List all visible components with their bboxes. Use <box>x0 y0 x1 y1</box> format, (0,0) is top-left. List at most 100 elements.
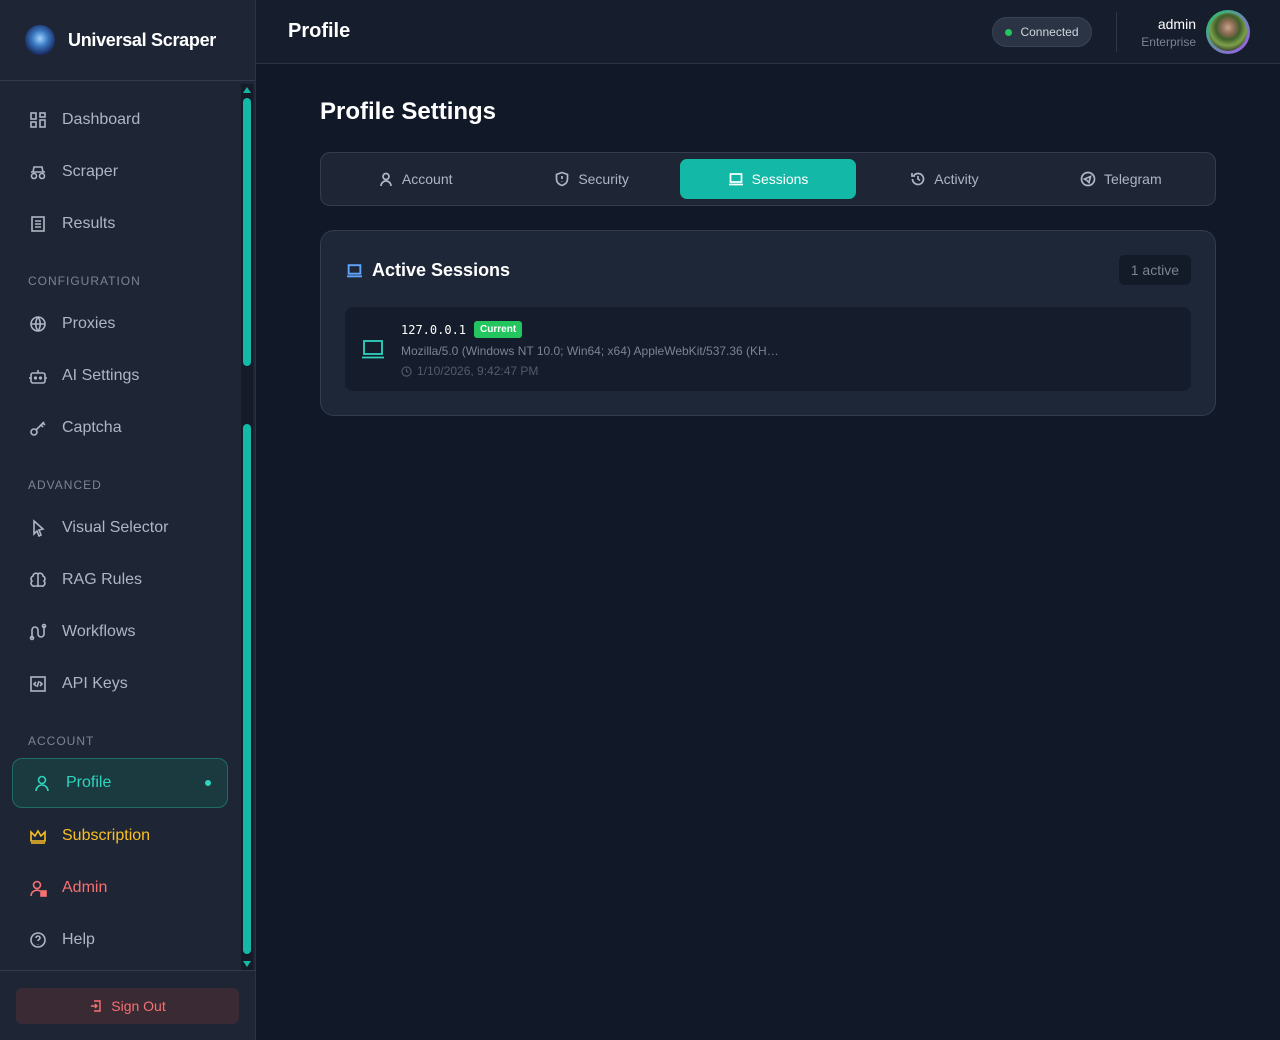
tab-label: Telegram <box>1104 171 1162 187</box>
key-icon <box>30 421 46 436</box>
sign-out-button[interactable]: Sign Out <box>16 988 239 1024</box>
brain-icon <box>30 572 46 587</box>
laptop-icon <box>728 173 743 186</box>
sidebar-item-scraper[interactable]: Scraper <box>0 146 240 198</box>
tab-label: Security <box>578 171 629 187</box>
app-name: Universal Scraper <box>68 29 216 50</box>
sidebar-item-label: Results <box>62 215 116 232</box>
sidebar-item-api-keys[interactable]: API Keys <box>0 658 240 710</box>
card-title-text: Active Sessions <box>372 260 511 280</box>
shield-icon <box>555 171 569 187</box>
laptop-icon <box>347 264 362 278</box>
user-shield-icon <box>30 880 47 897</box>
crown-icon <box>30 829 46 844</box>
active-count-badge: 1 active <box>1118 255 1191 285</box>
sidebar-item-label: Proxies <box>62 315 116 332</box>
section-configuration: CONFIGURATION <box>28 274 141 288</box>
section-account: ACCOUNT <box>28 734 95 748</box>
incognito-icon <box>30 166 46 180</box>
active-sessions-card: Active Sessions 1 active 127.0.0.1 Curren… <box>320 230 1216 416</box>
sidebar-item-dashboard[interactable]: Dashboard <box>0 94 240 146</box>
session-ip: 127.0.0.1 Current <box>401 321 523 338</box>
sidebar-item-label: Workflows <box>62 623 136 640</box>
top-header: Profile Connected admin Enterprise <box>256 0 1280 64</box>
sidebar-nav: Dashboard Scraper Results CONFIGURATION … <box>0 94 240 966</box>
sidebar-item-label: Dashboard <box>62 111 141 128</box>
sidebar-item-label: Help <box>62 931 95 948</box>
current-badge: Current <box>474 321 523 338</box>
scrollbar-thumb[interactable] <box>243 98 251 366</box>
sidebar-item-rag-rules[interactable]: RAG Rules <box>0 554 240 606</box>
sidebar-item-label: Scraper <box>62 163 119 180</box>
sidebar-item-captcha[interactable]: Captcha <box>0 402 240 454</box>
user-icon <box>35 775 49 792</box>
user-icon <box>380 172 392 187</box>
sidebar-scrollbar[interactable] <box>241 84 253 970</box>
ip-text: 127.0.0.1 <box>401 322 467 337</box>
user-info[interactable]: admin Enterprise <box>1141 16 1196 49</box>
sidebar-item-help[interactable]: Help <box>0 914 240 966</box>
help-icon <box>30 932 46 948</box>
bot-icon <box>29 370 47 384</box>
logo-icon <box>25 25 55 55</box>
avatar[interactable] <box>1206 10 1250 54</box>
dashboard-icon <box>30 112 46 128</box>
tab-security[interactable]: Security <box>503 159 679 199</box>
brand[interactable]: Universal Scraper <box>0 0 255 81</box>
sidebar-item-proxies[interactable]: Proxies <box>0 298 240 350</box>
tab-label: Account <box>401 171 453 187</box>
user-role: Enterprise <box>1141 35 1196 49</box>
session-user-agent: Mozilla/5.0 (Windows NT 10.0; Win64; x64… <box>401 344 779 358</box>
sidebar-item-admin[interactable]: Admin <box>0 862 240 914</box>
clock-icon <box>401 365 412 377</box>
document-icon <box>31 216 45 232</box>
sidebar-item-label: Admin <box>62 879 108 896</box>
connection-status-badge: Connected <box>992 17 1092 47</box>
sidebar-item-label: AI Settings <box>62 367 140 384</box>
status-dot-icon <box>1005 28 1013 36</box>
page-title: Profile <box>288 20 351 42</box>
session-item: 127.0.0.1 Current Mozilla/5.0 (Windows NT… <box>345 307 1191 391</box>
sidebar-footer: Sign Out <box>0 970 256 1040</box>
telegram-icon <box>1080 171 1096 187</box>
tab-activity[interactable]: Activity <box>856 159 1032 199</box>
time-text: 1/10/2026, 9:42:47 PM <box>417 364 539 378</box>
sidebar-item-workflows[interactable]: Workflows <box>0 606 240 658</box>
sidebar-item-results[interactable]: Results <box>0 198 240 250</box>
tab-label: Sessions <box>751 171 809 187</box>
active-indicator <box>205 780 211 786</box>
divider <box>1116 12 1117 52</box>
profile-settings-title: Profile Settings <box>320 98 497 125</box>
user-name: admin <box>1157 16 1196 32</box>
sidebar-item-profile[interactable]: Profile <box>12 758 228 808</box>
scrollbar-thumb[interactable] <box>243 424 251 954</box>
tab-label: Activity <box>934 171 979 187</box>
profile-tabs: Account Security Sessions Activity Teleg… <box>320 152 1216 206</box>
sidebar-item-visual-selector[interactable]: Visual Selector <box>0 502 240 554</box>
tab-telegram[interactable]: Telegram <box>1033 159 1209 199</box>
tab-account[interactable]: Account <box>327 159 503 199</box>
sign-out-label: Sign Out <box>111 998 166 1014</box>
sidebar-item-label: Profile <box>66 774 112 791</box>
history-icon <box>911 172 925 186</box>
pointer-icon <box>33 519 45 538</box>
tab-sessions[interactable]: Sessions <box>679 159 857 199</box>
sidebar-item-subscription[interactable]: Subscription <box>0 810 240 862</box>
sidebar-item-label: API Keys <box>62 675 128 692</box>
sidebar-item-label: Subscription <box>62 827 151 844</box>
sidebar-item-label: Visual Selector <box>62 519 169 536</box>
status-text: Connected <box>1020 25 1079 39</box>
sidebar-item-label: RAG Rules <box>62 571 143 588</box>
globe-icon <box>30 316 46 332</box>
session-time: 1/10/2026, 9:42:47 PM <box>401 364 538 378</box>
sidebar-item-label: Captcha <box>62 419 122 436</box>
logout-icon <box>91 1000 101 1012</box>
laptop-icon <box>362 340 384 359</box>
workflow-icon <box>29 623 47 641</box>
card-title: Active Sessions <box>346 260 510 281</box>
sidebar: Universal Scraper Dashboard Scraper Resu… <box>0 0 256 1040</box>
scroll-down-icon[interactable] <box>243 961 251 967</box>
sidebar-item-ai-settings[interactable]: AI Settings <box>0 350 240 402</box>
scroll-up-icon[interactable] <box>243 87 251 93</box>
section-advanced: ADVANCED <box>28 478 102 492</box>
